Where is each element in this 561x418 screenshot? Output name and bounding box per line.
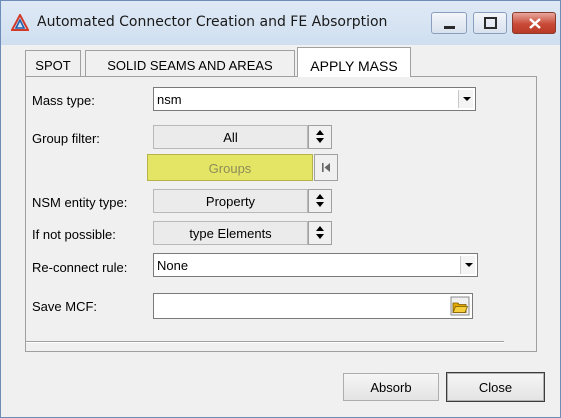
close-icon	[529, 18, 541, 29]
group-filter-value: All	[223, 130, 238, 145]
save-mcf-field[interactable]	[153, 293, 473, 319]
window-title: Automated Connector Creation and FE Abso…	[37, 14, 388, 30]
mass-type-dropdown[interactable]: nsm	[153, 87, 476, 111]
folder-open-icon[interactable]	[450, 296, 470, 316]
apply-mass-panel: Mass type: nsm Group filter: All Groups	[25, 76, 537, 352]
nsm-entity-type-spin-icon[interactable]	[308, 189, 332, 213]
reset-groups-button[interactable]	[314, 154, 338, 181]
if-not-possible-value: type Elements	[189, 226, 272, 241]
tab-apply-mass[interactable]: APPLY MASS	[297, 47, 411, 77]
mass-type-value: nsm	[157, 92, 182, 107]
chevron-down-icon[interactable]	[458, 90, 473, 108]
groups-selector-button[interactable]: Groups	[147, 154, 313, 181]
maximize-button[interactable]	[473, 12, 507, 34]
chevron-down-icon[interactable]	[460, 256, 475, 274]
save-mcf-label: Save MCF:	[32, 299, 98, 314]
tab-label: SPOT	[35, 58, 71, 73]
if-not-possible-label: If not possible:	[32, 227, 116, 242]
dialog-client-area: SPOT SOLID SEAMS AND AREAS APPLY MASS Ma…	[9, 45, 554, 411]
nsm-entity-type-label: NSM entity type:	[32, 195, 128, 210]
close-button-label: Close	[478, 380, 513, 395]
groups-button-label: Groups	[208, 161, 252, 176]
if-not-possible-spin-icon[interactable]	[308, 221, 332, 245]
title-bar[interactable]: Automated Connector Creation and FE Abso…	[1, 1, 560, 45]
reconnect-rule-label: Re-connect rule:	[32, 260, 128, 275]
group-filter-spin-icon[interactable]	[308, 125, 332, 149]
reconnect-rule-value: None	[157, 258, 189, 273]
mass-type-label: Mass type:	[32, 93, 95, 108]
minimize-button[interactable]	[431, 12, 467, 34]
close-button[interactable]: Close	[446, 372, 545, 402]
minimize-icon	[444, 26, 455, 29]
absorb-button[interactable]: Absorb	[343, 373, 439, 401]
absorb-button-label: Absorb	[370, 380, 412, 395]
reconnect-rule-dropdown[interactable]: None	[153, 253, 478, 277]
triangle-app-icon	[11, 14, 29, 31]
tab-label: SOLID SEAMS AND AREAS	[107, 58, 273, 73]
if-not-possible-toggle[interactable]: type Elements	[153, 221, 308, 245]
nsm-entity-type-toggle[interactable]: Property	[153, 189, 308, 213]
dialog-window: Automated Connector Creation and FE Abso…	[0, 0, 561, 418]
tab-spot[interactable]: SPOT	[25, 50, 81, 76]
skip-to-start-icon	[322, 163, 330, 172]
maximize-icon	[484, 17, 497, 29]
nsm-entity-type-value: Property	[205, 194, 256, 209]
group-filter-label: Group filter:	[32, 131, 100, 146]
group-filter-toggle[interactable]: All	[153, 125, 308, 149]
panel-divider	[26, 341, 504, 343]
tab-label: APPLY MASS	[310, 58, 398, 74]
close-window-button[interactable]	[512, 12, 556, 34]
tab-solid-seams-and-areas[interactable]: SOLID SEAMS AND AREAS	[85, 50, 295, 76]
